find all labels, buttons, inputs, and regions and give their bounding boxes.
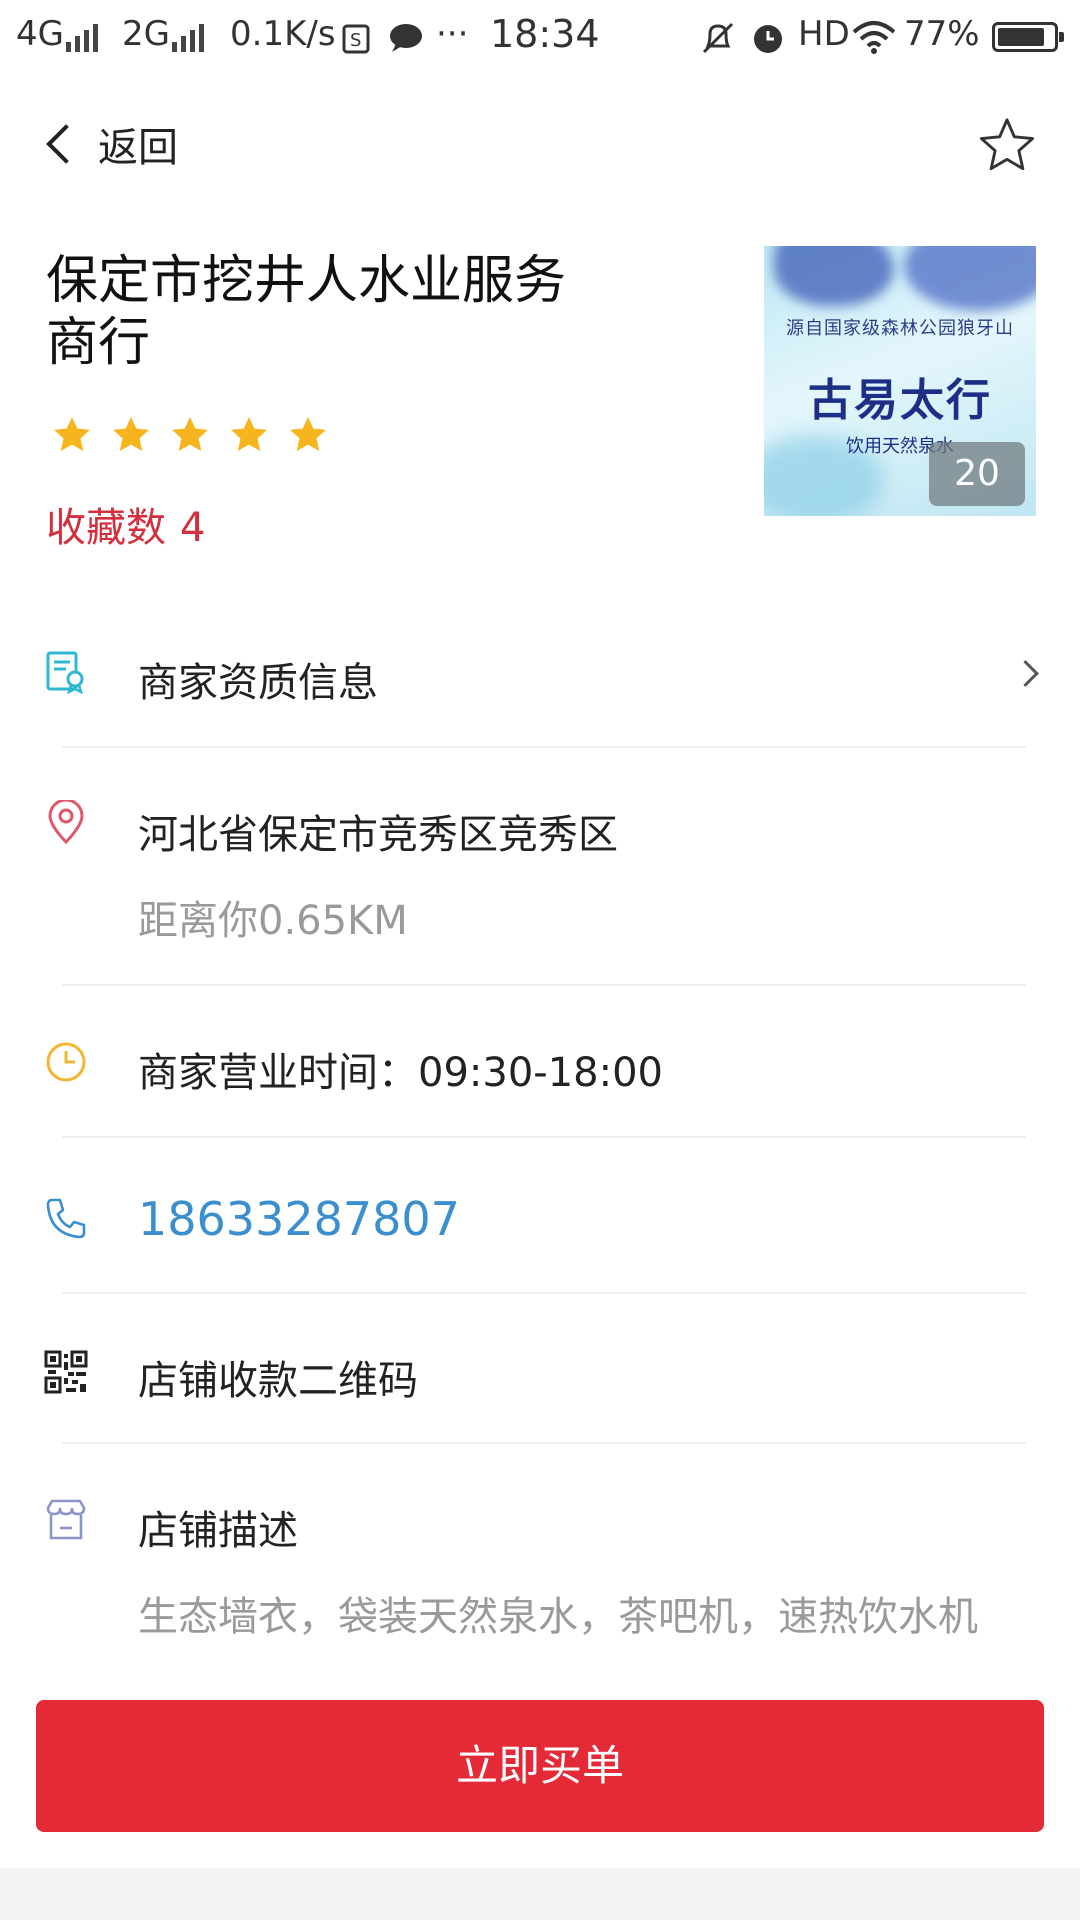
image-tagline: 源自国家级森林公园狼牙山	[786, 318, 1014, 339]
wifi-icon	[852, 21, 896, 54]
divider	[62, 1292, 1026, 1294]
chevron-right-icon	[1012, 660, 1039, 687]
favorite-count: 收藏数 4	[46, 495, 205, 553]
network-2g-label: 2G	[122, 14, 170, 54]
clock-icon	[46, 1042, 86, 1082]
star-icon	[231, 417, 267, 451]
star-icon	[113, 417, 149, 451]
rating-stars	[52, 415, 328, 455]
signal-icon	[66, 24, 98, 52]
qualification-label: 商家资质信息	[138, 660, 378, 706]
network-4g-label: 4G	[16, 14, 64, 54]
image-brand: 古易太行	[808, 375, 992, 426]
svg-text:S: S	[350, 30, 361, 51]
message-icon	[390, 24, 422, 52]
battery-icon	[992, 22, 1064, 52]
star-icon	[54, 417, 90, 451]
star-icon	[290, 417, 326, 451]
net-speed: 0.1K/s	[230, 14, 336, 54]
bottom-area	[0, 1868, 1080, 1920]
storage-icon: S	[342, 24, 370, 54]
signal-icon-2	[172, 24, 204, 52]
buy-now-button[interactable]: 立即买单	[36, 1700, 1044, 1832]
favorite-count-label: 收藏数	[46, 505, 166, 551]
divider	[62, 746, 1026, 748]
phone-number[interactable]: 18633287807	[138, 1192, 460, 1246]
favorite-star-icon[interactable]	[978, 116, 1036, 174]
more-notifications: ···	[436, 14, 469, 54]
divider	[62, 1136, 1026, 1138]
status-bar: 4G 2G 0.1K/s S ··· 18:34 HD 77%	[0, 0, 1080, 76]
chevron-left-icon	[46, 124, 86, 164]
qrcode-row[interactable]: 店铺收款二维码	[0, 1316, 1080, 1426]
store-image[interactable]: 源自国家级森林公园狼牙山 古易太行 饮用天然泉水 20	[764, 246, 1036, 516]
shop-icon	[46, 1499, 86, 1540]
hd-label: HD	[798, 14, 850, 54]
hours-row: 商家营业时间：09:30-18:00	[0, 1010, 1080, 1120]
location-pin-icon	[48, 800, 84, 844]
divider	[62, 1442, 1026, 1444]
image-count-badge: 20	[929, 442, 1025, 506]
distance-text: 距离你0.65KM	[138, 898, 408, 944]
qrcode-icon	[44, 1350, 88, 1394]
alarm-icon	[754, 25, 782, 53]
address-text: 河北省保定市竞秀区竞秀区	[138, 812, 618, 858]
favorite-count-value: 4	[180, 505, 206, 551]
phone-row[interactable]: 18633287807	[0, 1160, 1080, 1280]
phone-icon	[46, 1198, 86, 1239]
mute-bell-icon	[702, 22, 734, 54]
battery-percent: 77%	[904, 14, 980, 54]
address-row[interactable]: 河北省保定市竞秀区竞秀区 距离你0.65KM	[0, 770, 1080, 970]
certificate-icon	[46, 651, 84, 694]
back-label: 返回	[98, 125, 178, 171]
qualification-row[interactable]: 商家资质信息	[0, 620, 1080, 730]
clock: 18:34	[490, 12, 600, 56]
store-title: 保定市挖井人水业服务商行	[46, 251, 567, 373]
hours-text: 商家营业时间：09:30-18:00	[138, 1050, 663, 1096]
description-title: 店铺描述	[138, 1508, 298, 1554]
divider	[62, 984, 1026, 986]
back-button[interactable]: 返回	[42, 114, 178, 174]
qrcode-label: 店铺收款二维码	[138, 1358, 418, 1404]
star-icon	[172, 417, 208, 451]
description-text: 生态墙衣，袋装天然泉水，茶吧机，速热饮水机	[138, 1594, 978, 1640]
description-row: 店铺描述 生态墙衣，袋装天然泉水，茶吧机，速热饮水机	[0, 1466, 1080, 1666]
